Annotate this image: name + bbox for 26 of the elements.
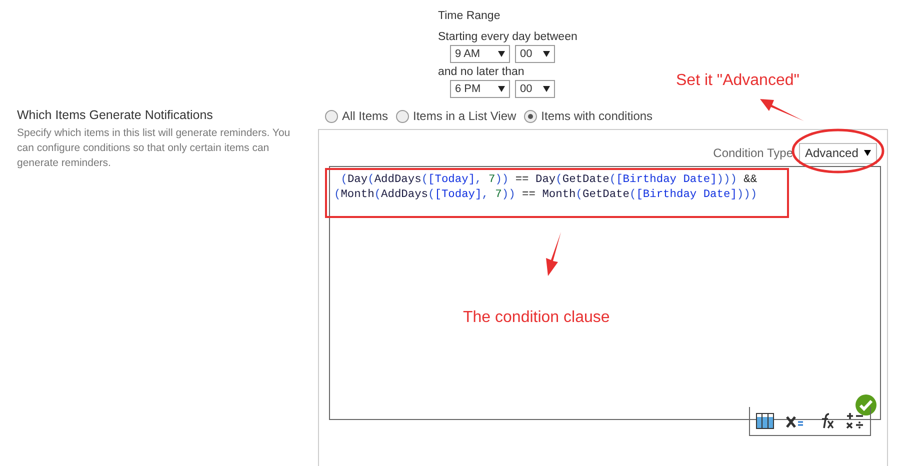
annotation-text: Set it "Advanced" [676, 72, 800, 90]
start-label: Starting every day between [438, 30, 578, 44]
radio-option[interactable]: All Items [325, 109, 388, 123]
radio-option[interactable]: Items with conditions [524, 109, 653, 123]
caret-icon [543, 51, 550, 57]
time-range-title: Time Range [438, 9, 500, 23]
minute-dropdown[interactable]: 00 [515, 45, 555, 63]
checkmark-icon [855, 394, 877, 416]
section-title: Which Items Generate Notifications [17, 108, 214, 122]
caret-icon [543, 86, 550, 92]
code-line: (Day(AddDays([Today], 7)) == Day(GetDate([Birthday Date]))) && [340, 173, 758, 188]
radio-option[interactable]: Items in a List View [396, 109, 516, 123]
hour-dropdown[interactable]: 9 AM [450, 45, 510, 63]
caret-icon [498, 86, 505, 92]
code-line: (Month(AddDays([Today], 7)) == Month(GetDate([Birthday Date]))) [334, 188, 758, 203]
hour-dropdown[interactable]: 6 PM [450, 80, 510, 98]
caret-icon [498, 51, 505, 57]
minute-dropdown[interactable]: 00 [515, 80, 555, 98]
condition-type-label: Condition Type [713, 146, 793, 160]
caret-icon [864, 150, 871, 156]
annotation-text: The condition clause [463, 309, 610, 327]
end-label: and no later than [438, 65, 524, 79]
section-description: Specify which items in this list will generate reminders. You can configure conditions so that only certain items can generate reminders. [17, 126, 292, 171]
condition-type-dropdown[interactable]: Advanced [799, 142, 877, 164]
table-icon[interactable] [756, 413, 774, 429]
operators-icon[interactable] [846, 412, 864, 430]
